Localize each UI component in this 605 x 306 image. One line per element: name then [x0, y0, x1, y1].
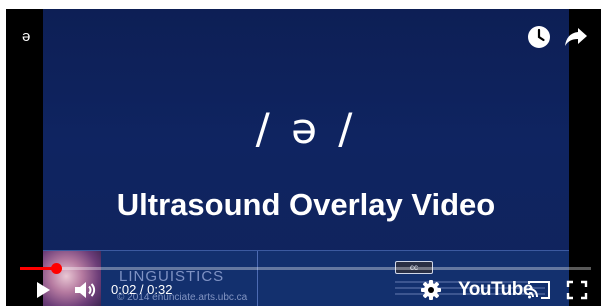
- progress-scrubber[interactable]: [50, 263, 62, 274]
- volume-icon[interactable]: [72, 277, 98, 303]
- video-subtitle-text: Ultrasound Overlay Video: [116, 187, 496, 222]
- time-current: 0:02: [111, 282, 137, 297]
- clock-icon[interactable]: [526, 24, 552, 50]
- time-display: 0:02 / 0:32: [111, 282, 172, 297]
- share-arrow-icon[interactable]: [563, 24, 589, 50]
- youtube-logo[interactable]: YouTube: [458, 279, 533, 301]
- footer-divider: [257, 251, 258, 306]
- time-total: 0:32: [147, 282, 173, 297]
- play-icon[interactable]: [33, 277, 53, 303]
- progress-bar[interactable]: [20, 263, 591, 274]
- video-frame[interactable]: / ə / Ultrasound Overlay Video LINGUISTI…: [43, 9, 569, 306]
- fullscreen-icon[interactable]: [565, 277, 589, 303]
- time-separator: /: [136, 282, 148, 297]
- gear-icon[interactable]: [419, 277, 443, 303]
- video-player[interactable]: / ə / Ultrasound Overlay Video LINGUISTI…: [6, 9, 601, 306]
- video-title[interactable]: ə: [22, 28, 30, 45]
- embed-frame: / ə / Ultrasound Overlay Video LINGUISTI…: [0, 0, 605, 306]
- cast-icon[interactable]: [526, 277, 552, 303]
- video-phoneme-text: / ə /: [255, 104, 357, 153]
